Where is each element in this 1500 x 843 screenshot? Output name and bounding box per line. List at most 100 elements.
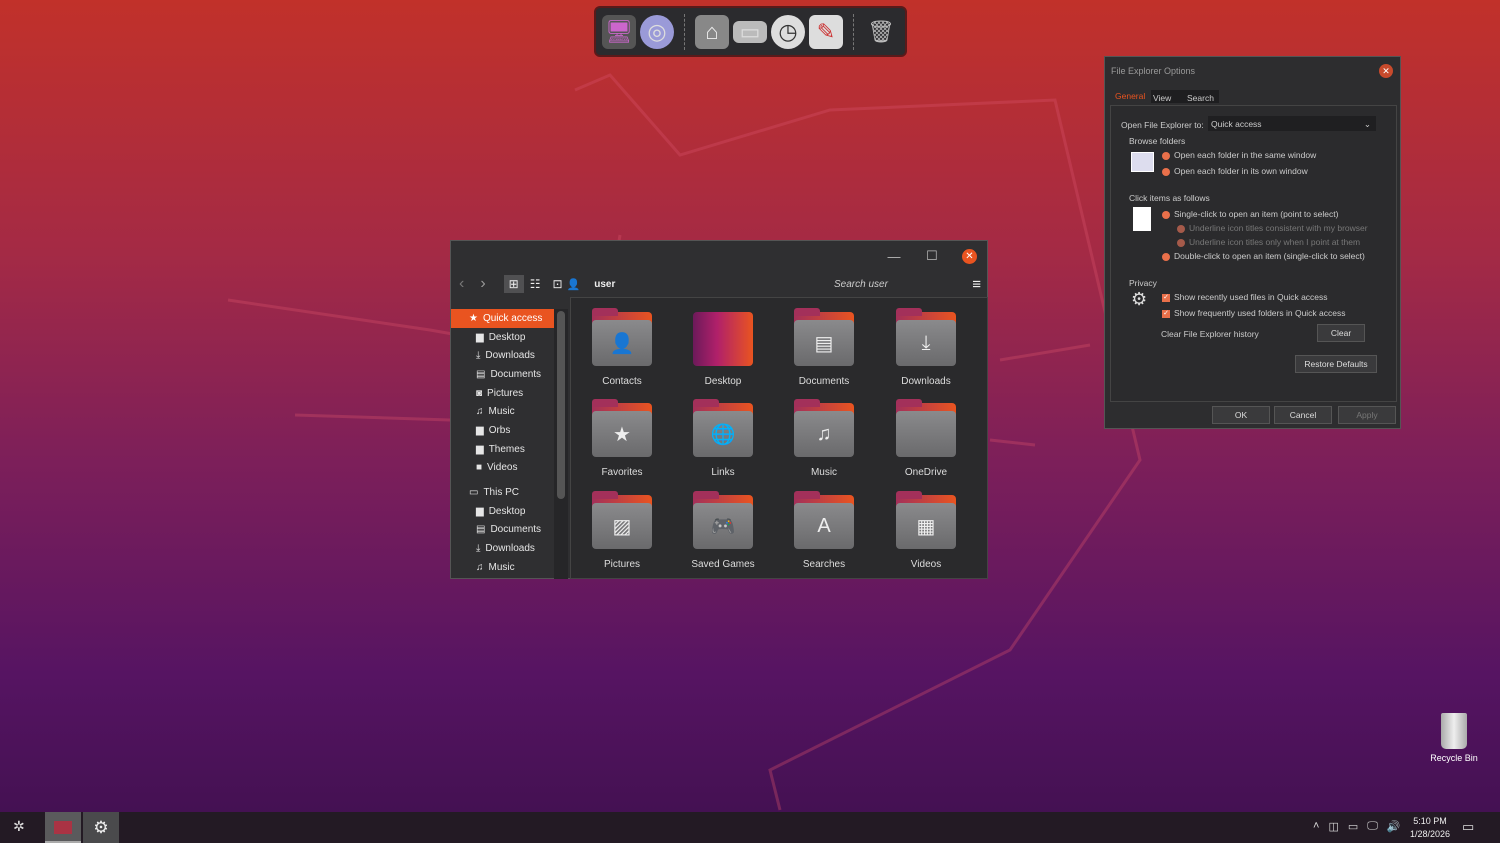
search-input[interactable]: Search user — [834, 279, 888, 290]
clear-button[interactable]: Clear — [1317, 324, 1365, 342]
dialog-close-button[interactable]: ✕ — [1379, 64, 1393, 78]
radio-single-click[interactable]: Single-click to open an item (point to s… — [1162, 209, 1338, 219]
click-heading: Click items as follows — [1129, 193, 1210, 203]
documents-folder-icon: ▤ — [794, 308, 854, 366]
folder-icon: ■ — [476, 462, 483, 474]
onedrive-folder-icon — [896, 399, 956, 457]
sidebar-item-themes[interactable]: ▆ Themes — [451, 440, 554, 459]
radio-double-click[interactable]: Double-click to open an item (single-cli… — [1162, 251, 1365, 261]
apply-button[interactable]: Apply — [1338, 406, 1396, 424]
clock[interactable]: 5:10 PM 1/28/2026 — [1404, 815, 1456, 841]
forward-button[interactable]: › — [480, 275, 485, 293]
tab-view[interactable]: View — [1153, 93, 1171, 103]
sidebar-item-quick-access[interactable]: ★ Quick access — [451, 309, 554, 328]
sidebar-item-music[interactable]: ♫ Music — [451, 558, 554, 577]
taskbar-file-explorer[interactable] — [45, 812, 81, 843]
settings-tools-icon[interactable]: ✎ — [809, 14, 843, 49]
large-icons-view-button[interactable]: ⊞ — [503, 275, 524, 293]
start-button[interactable]: ✲ — [13, 818, 25, 835]
clock-icon[interactable]: ◷ — [771, 14, 805, 49]
battery-icon[interactable]: ▭ — [1348, 820, 1358, 833]
sidebar-item-label: Documents — [490, 524, 542, 536]
sidebar-item-music[interactable]: ♫ Music — [451, 402, 554, 421]
checkbox-frequent-folders[interactable]: ✓ Show frequently used folders in Quick a… — [1162, 308, 1346, 318]
volume-icon[interactable]: 🔊 — [1387, 820, 1401, 833]
meet-icon[interactable]: ◫ — [1328, 820, 1338, 833]
drive-icon[interactable]: ▭ — [733, 19, 767, 44]
back-button[interactable]: ‹ — [459, 275, 464, 293]
restore-defaults-button[interactable]: Restore Defaults — [1295, 355, 1377, 373]
sidebar-item-label: Pictures — [487, 387, 524, 399]
folder-item[interactable]: 🌐 Links — [683, 399, 763, 478]
date: 1/28/2026 — [1409, 829, 1451, 839]
sidebar-item-documents[interactable]: ▤ Documents — [451, 365, 554, 384]
ok-button[interactable]: OK — [1212, 406, 1270, 424]
folder-item[interactable]: ▨ Pictures — [582, 491, 662, 570]
tab-search[interactable]: Search — [1187, 93, 1214, 103]
sidebar-item-orbs[interactable]: ▆ Orbs — [451, 421, 554, 440]
folder-item[interactable]: ♫ Music — [784, 399, 864, 478]
radio-underline-browser[interactable]: Underline icon titles consistent with my… — [1177, 223, 1368, 233]
details-view-button[interactable]: ☷ — [530, 277, 541, 291]
network-globe-icon[interactable]: ◎ — [640, 14, 674, 49]
system-tray: ˄ ◫ ▭ 🖵 🔊 — [1313, 820, 1401, 833]
tab-general[interactable]: General — [1115, 91, 1145, 101]
sidebar-item-pictures[interactable]: ◙ Pictures — [451, 384, 554, 403]
folder-icon: ▤ — [476, 524, 486, 536]
navigation-scrollbar[interactable] — [554, 309, 568, 579]
taskbar: ✲ ⚙ ˄ ◫ ▭ 🖵 🔊 5:10 PM 1/28/2026 ▭ — [0, 812, 1500, 843]
network-icon[interactable]: 🖵 — [1367, 820, 1378, 833]
sidebar-item-label: Desktop — [488, 331, 526, 343]
sidebar-item-label: This PC — [483, 487, 520, 499]
cancel-button[interactable]: Cancel — [1274, 406, 1332, 424]
close-button[interactable]: ✕ — [962, 248, 977, 264]
music-folder-icon: ♫ — [794, 399, 854, 457]
checkbox-recent-files[interactable]: ✓ Show recently used files in Quick acces… — [1162, 292, 1328, 302]
folder-item[interactable]: ▤ Documents — [784, 308, 864, 387]
open-to-value: Quick access — [1211, 119, 1262, 129]
folder-item[interactable]: A Searches — [784, 491, 864, 570]
trash-icon[interactable]: 🗑 — [864, 15, 898, 49]
maximize-button[interactable]: ☐ — [924, 248, 940, 264]
location-path[interactable]: user — [594, 279, 615, 290]
radio-underline-point[interactable]: Underline icon titles only when I point … — [1177, 237, 1360, 247]
chevron-up-icon[interactable]: ˄ — [1313, 820, 1319, 833]
folder-item[interactable]: ▦ Videos — [886, 491, 966, 570]
radio-same-window[interactable]: Open each folder in the same window — [1162, 150, 1316, 160]
sidebar-item-desktop[interactable]: ▆ Desktop — [451, 502, 554, 521]
tiles-view-button[interactable]: ⊡ — [552, 277, 562, 291]
home-folder-icon[interactable]: ⌂ — [695, 14, 729, 49]
notification-icon[interactable]: ▭ — [1462, 819, 1474, 835]
browse-folders-icon — [1131, 152, 1154, 172]
minimize-button[interactable]: — — [886, 249, 902, 264]
open-to-select[interactable]: Quick access ⌄ — [1208, 116, 1376, 131]
taskbar-settings[interactable]: ⚙ — [83, 812, 119, 843]
radio-own-window[interactable]: Open each folder in its own window — [1162, 166, 1308, 176]
folder-label: Desktop — [704, 376, 742, 387]
downloads-folder-icon: ⤓ — [896, 308, 956, 366]
file-explorer-window: — ☐ ✕ ‹ › ⊞ ☷ ⊡ 👤 user Search user ≡ ★ Qu… — [450, 240, 988, 579]
folder-item[interactable]: Desktop — [683, 312, 763, 387]
sidebar-item-downloads[interactable]: ⤓ Downloads — [451, 539, 554, 558]
sidebar-item-this-pc[interactable]: ▭ This PC — [451, 483, 554, 502]
folder-icon: ⤓ — [476, 350, 481, 362]
folder-icon: ▤ — [476, 368, 486, 380]
folder-item[interactable]: ★ Favorites — [582, 399, 662, 478]
folder-item[interactable]: OneDrive — [886, 399, 966, 478]
recycle-bin-desktop-icon[interactable]: Recycle Bin — [1425, 713, 1483, 763]
folder-item[interactable]: ⤓ Downloads — [886, 308, 966, 387]
menu-icon[interactable]: ≡ — [972, 276, 981, 293]
folder-label: Videos — [910, 559, 942, 570]
folder-icon: ◙ — [476, 387, 483, 399]
favorites-folder-icon: ★ — [592, 399, 652, 457]
sidebar-item-downloads[interactable]: ⤓ Downloads — [451, 346, 554, 365]
sidebar-item-videos[interactable]: ■ Videos — [451, 459, 554, 478]
star-icon: ★ — [469, 312, 478, 324]
monitor-icon[interactable]: 🖥 — [602, 14, 636, 49]
sidebar-item-desktop[interactable]: ▆ Desktop — [451, 328, 554, 347]
folder-item[interactable]: 🎮 Saved Games — [683, 491, 763, 570]
folder-item[interactable]: 👤 Contacts — [582, 308, 662, 387]
sidebar-item-documents[interactable]: ▤ Documents — [451, 521, 554, 540]
videos-folder-icon: ▦ — [896, 491, 956, 549]
saved-games-folder-icon: 🎮 — [693, 491, 753, 549]
